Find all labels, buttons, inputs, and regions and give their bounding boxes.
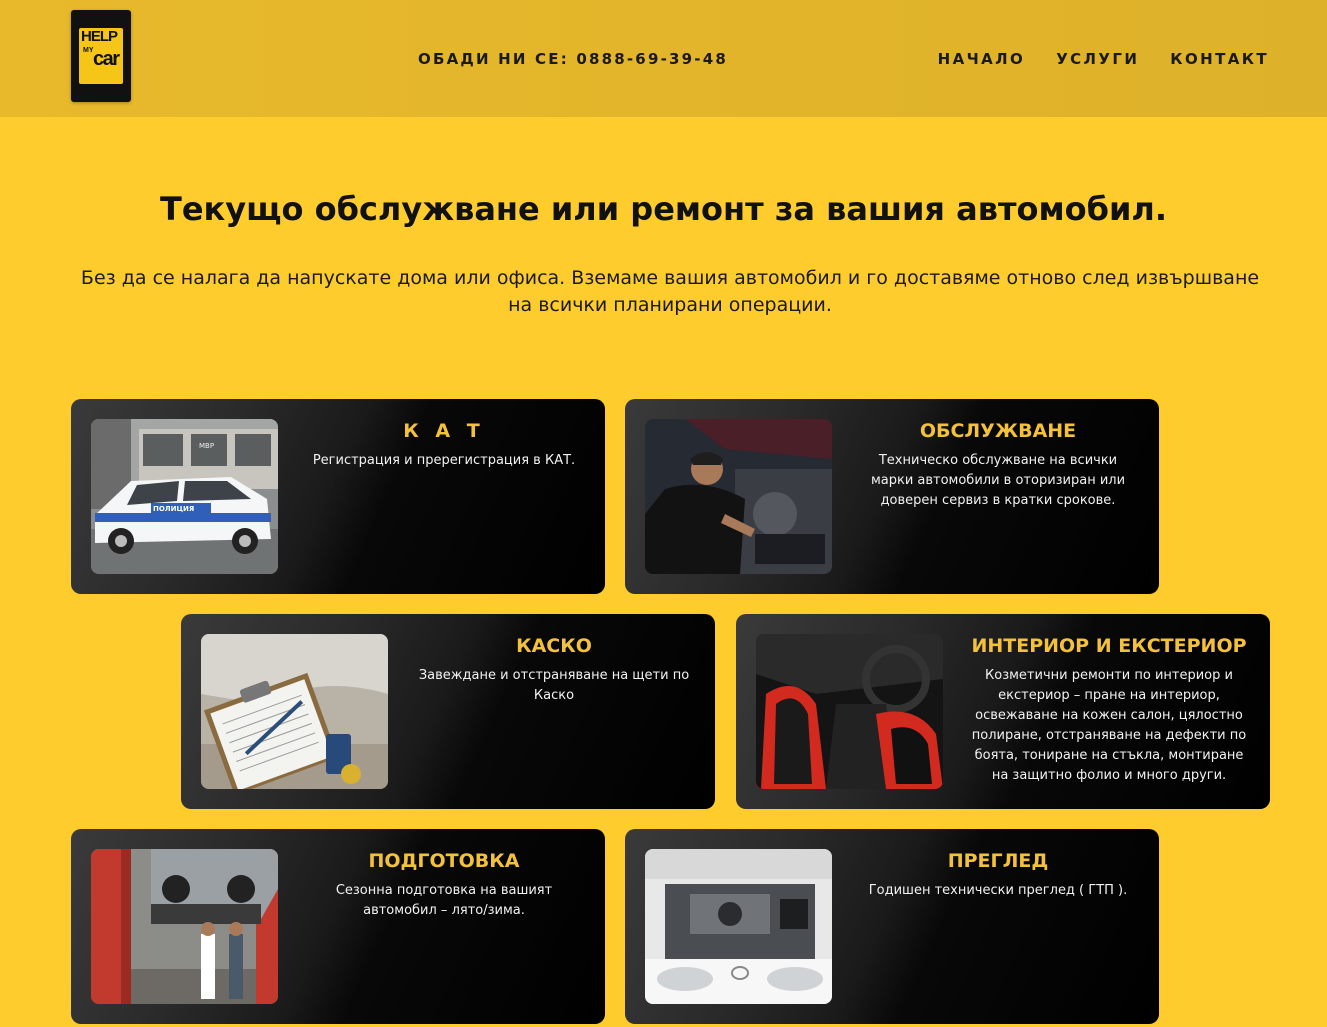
card-title: ПРЕГЛЕД: [947, 850, 1049, 872]
site-header: HELP MY car ОБАДИ НИ СЕ: 0888-69-39-48 Н…: [0, 0, 1327, 117]
mechanic-image: [645, 419, 832, 574]
card-title: КАСКО: [516, 635, 592, 657]
service-card-kasko[interactable]: КАСКО Завеждане и отстраняване на щети п…: [181, 614, 715, 809]
car-interior-image: [756, 634, 943, 789]
building-sign: МВР: [199, 442, 214, 450]
logo-badge: HELP MY car: [79, 28, 123, 84]
page-subtitle: Без да се налага да напускате дома или о…: [80, 267, 1260, 316]
card-description: Регистрация и пререгистрация в КАТ.: [312, 453, 576, 468]
card-body: КАСКО Завеждане и отстраняване на щети п…: [409, 614, 699, 706]
card-description: Сезонна подготовка на вашият автомобил –…: [335, 883, 553, 918]
car-lift-image: [91, 849, 278, 1004]
page-title: Текущо обслужване или ремонт за вашия ав…: [160, 190, 1167, 228]
card-body: ПРЕГЛЕД Годишен технически преглед ( ГТП…: [853, 829, 1143, 901]
card-title: ОБСЛУЖВАНЕ: [919, 420, 1077, 442]
phone-number[interactable]: ОБАДИ НИ СЕ: 0888-69-39-48: [418, 49, 728, 69]
card-description: Годишен технически преглед ( ГТП ).: [868, 883, 1128, 898]
logo[interactable]: HELP MY car: [71, 10, 131, 102]
service-card-maintenance[interactable]: ОБСЛУЖВАНЕ Техническо обслужване на всич…: [625, 399, 1159, 594]
police-car-label: ПОЛИЦИЯ: [153, 505, 194, 513]
card-body: ПОДГОТОВКА Сезонна подготовка на вашият …: [299, 829, 589, 921]
card-description: Техническо обслужване на всички марки ав…: [870, 453, 1126, 508]
service-card-preparation[interactable]: ПОДГОТОВКА Сезонна подготовка на вашият …: [71, 829, 605, 1024]
card-body: К А Т Регистрация и пререгистрация в КАТ…: [299, 399, 589, 471]
card-description: Завеждане и отстраняване на щети по Каск…: [418, 668, 690, 703]
logo-text-help: HELP: [81, 28, 118, 45]
nav-link-contact[interactable]: КОНТАКТ: [1170, 49, 1269, 69]
card-description: Козметични ремонти по интериор и екстери…: [971, 668, 1247, 783]
nav-link-home[interactable]: НАЧАЛО: [938, 49, 1026, 69]
police-car-image: МВР ПОЛИЦИЯ: [91, 419, 278, 574]
card-title: ИНТЕРИОР И ЕКСТЕРИОР: [971, 635, 1247, 657]
engine-bay-image: [645, 849, 832, 1004]
card-title: ПОДГОТОВКА: [368, 850, 520, 872]
service-card-inspection[interactable]: ПРЕГЛЕД Годишен технически преглед ( ГТП…: [625, 829, 1159, 1024]
card-body: ОБСЛУЖВАНЕ Техническо обслужване на всич…: [853, 399, 1143, 511]
logo-text-my: MY: [83, 47, 94, 54]
nav-link-services[interactable]: УСЛУГИ: [1056, 49, 1139, 69]
logo-text-car: car: [93, 48, 120, 70]
main-nav: НАЧАЛО УСЛУГИ КОНТАКТ: [938, 49, 1269, 69]
card-title: К А Т: [403, 420, 485, 442]
clipboard-image: [201, 634, 388, 789]
service-card-interior[interactable]: ИНТЕРИОР И ЕКСТЕРИОР Козметични ремонти …: [736, 614, 1270, 809]
service-card-kat[interactable]: МВР ПОЛИЦИЯ К А Т Регистрация и пререгис…: [71, 399, 605, 594]
card-body: ИНТЕРИОР И ЕКСТЕРИОР Козметични ремонти …: [964, 614, 1254, 786]
